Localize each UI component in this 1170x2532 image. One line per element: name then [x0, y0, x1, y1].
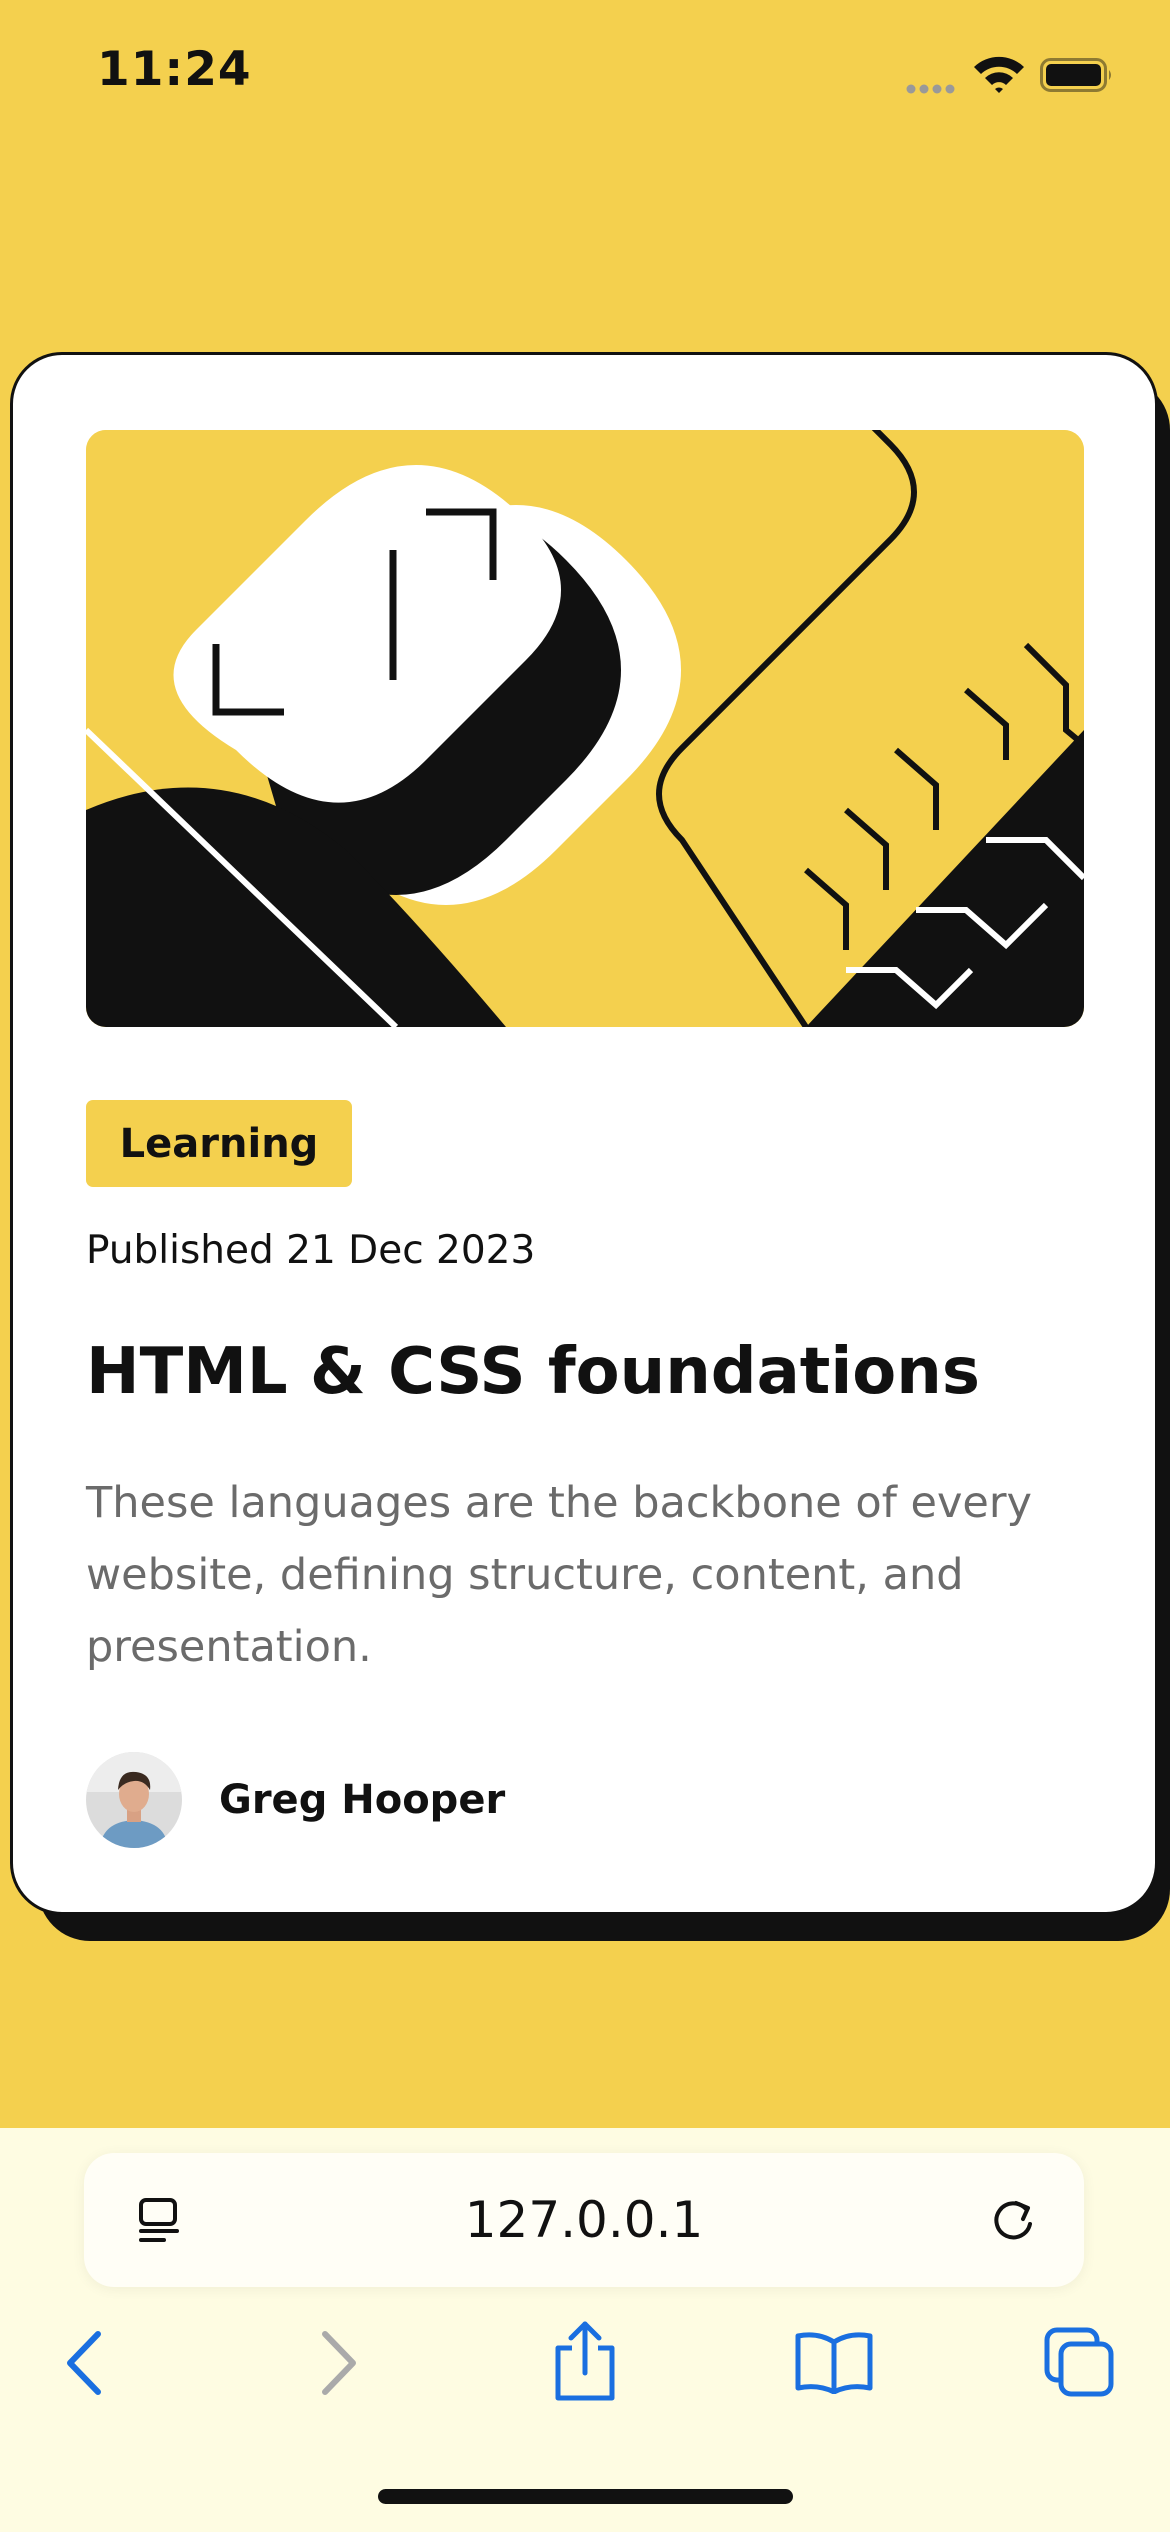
chevron-left-icon[interactable] [62, 2328, 112, 2402]
card-title[interactable]: HTML & CSS foundations [86, 1335, 980, 1409]
author: Greg Hooper [86, 1752, 505, 1848]
battery-icon [1040, 58, 1114, 96]
chevron-right-icon[interactable] [315, 2328, 365, 2402]
browser-toolbar: 127.0.0.1 [0, 2128, 1170, 2532]
reload-icon[interactable] [988, 2195, 1038, 2249]
category-tag[interactable]: Learning [86, 1100, 352, 1187]
author-name[interactable]: Greg Hooper [219, 1777, 505, 1823]
card-description: These languages are the backbone of ever… [86, 1478, 1032, 1672]
home-indicator [378, 2489, 793, 2504]
status-time: 11:24 [97, 42, 252, 97]
cellular-signal-icon [905, 80, 959, 99]
url-text[interactable]: 127.0.0.1 [84, 2153, 1084, 2287]
book-icon[interactable] [794, 2330, 874, 2398]
published-date: Published 21 Dec 2023 [86, 1228, 536, 1273]
tabs-icon[interactable] [1043, 2326, 1115, 2402]
abstract-geometric-illustration [86, 430, 1084, 1027]
status-bar: 11:24 [0, 0, 1170, 150]
share-icon[interactable] [550, 2318, 620, 2406]
wifi-icon [972, 53, 1026, 97]
blog-preview-card: Learning Published 21 Dec 2023 HTML & CS… [10, 352, 1158, 1915]
author-avatar [86, 1752, 182, 1848]
address-bar[interactable]: 127.0.0.1 [84, 2153, 1084, 2287]
